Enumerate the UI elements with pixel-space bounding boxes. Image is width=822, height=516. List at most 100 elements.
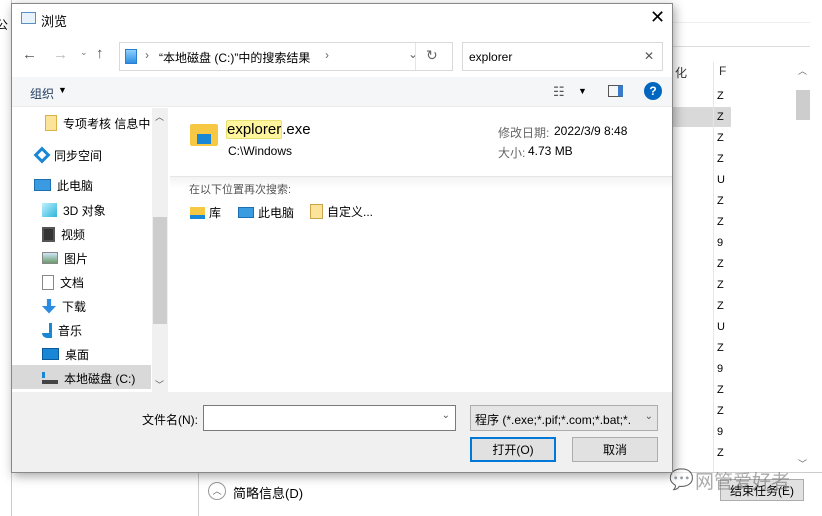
help-icon[interactable]: ? [644, 82, 662, 100]
view-dropdown-icon[interactable]: ▼ [578, 86, 587, 96]
sidebar-item[interactable]: 同步空间 [33, 144, 103, 166]
table-cell: Z [717, 279, 724, 291]
sidebar-item[interactable]: 本地磁盘 (C:) [42, 367, 135, 389]
search-highlight: explorer [226, 120, 283, 139]
link-label: 此电脑 [258, 206, 295, 220]
sidebar-item[interactable]: 文档 [42, 271, 84, 293]
computer-icon [238, 207, 254, 218]
breadcrumb-separator: › [145, 48, 149, 62]
background-text: 公 [0, 18, 9, 32]
file-path: C:\Windows [228, 144, 293, 158]
sidebar-item-label: 本地磁盘 (C:) [64, 371, 136, 386]
browse-dialog: 浏览 ✕ ← → ⌄ ↑ › “本地磁盘 (C:)”中的搜索结果 › ⌄ ↻ e… [11, 3, 673, 473]
chevron-down-icon[interactable]: ⌄ [408, 47, 418, 61]
close-icon[interactable]: ✕ [650, 7, 665, 28]
search-value[interactable]: explorer [469, 50, 512, 64]
column-header[interactable]: 化 [675, 64, 687, 84]
sidebar-item[interactable]: 3D 对象 [42, 199, 106, 221]
navigation-bar: ← → ⌄ ↑ › “本地磁盘 (C:)”中的搜索结果 › ⌄ ↻ explor… [12, 38, 672, 74]
sidebar-item-label: 3D 对象 [63, 203, 106, 218]
organize-menu[interactable]: 组织 [30, 85, 54, 102]
sidebar-item-label: 文档 [60, 275, 85, 290]
view-options-icon[interactable]: ☷ [553, 84, 565, 100]
documents-icon [42, 274, 54, 290]
table-cell: 9 [717, 426, 724, 438]
open-button[interactable]: 打开(O) [470, 437, 556, 462]
sidebar-item[interactable]: 桌面 [42, 343, 89, 365]
filename-input[interactable]: ⌄ [203, 405, 456, 431]
dialog-footer: 文件名(N): ⌄ 程序 (*.exe;*.pif;*.com;*.bat;*.… [12, 392, 672, 472]
table-cell: 9 [717, 237, 724, 249]
clear-search-icon[interactable]: ✕ [644, 49, 654, 63]
sidebar-item-label: 专项考核 信息中 [63, 116, 151, 131]
search-results-icon [125, 49, 137, 64]
sidebar-item-label: 桌面 [65, 347, 90, 362]
sidebar-item-label: 图片 [64, 251, 89, 266]
address-bar[interactable]: › “本地磁盘 (C:)”中的搜索结果 › ⌄ ↻ [119, 42, 453, 71]
scrollbar[interactable]: ︿ ﹀ [795, 62, 811, 472]
sync-space-icon [33, 146, 51, 164]
search-input[interactable]: explorer ✕ [462, 42, 663, 71]
background-task-manager: 化 F ZZZZUZZ9ZZZUZ9ZZ9Z ︿ ﹀ [673, 0, 822, 516]
search-results: explorer.exe C:\Windows 修改日期: 2022/3/9 8… [170, 108, 672, 393]
sidebar-item-label: 同步空间 [54, 148, 103, 163]
chevron-down-icon[interactable]: ⌄ [442, 410, 450, 421]
title-bar: 浏览 ✕ [12, 4, 672, 34]
table-cell: Z [717, 132, 724, 144]
dialog-title: 浏览 [41, 14, 68, 29]
library-icon [190, 206, 205, 219]
drive-icon [42, 372, 58, 384]
sidebar-item[interactable]: 此电脑 [34, 174, 93, 196]
breadcrumb-chevron-icon[interactable]: › [325, 48, 329, 62]
caret-down-icon[interactable]: ▼ [58, 85, 67, 95]
search-again-custom[interactable]: 自定义... [310, 203, 373, 220]
sidebar-item-label: 音乐 [58, 323, 83, 338]
custom-location-icon [310, 204, 323, 219]
chevron-down-icon: ⌄ [644, 411, 653, 422]
link-label: 自定义... [327, 205, 374, 219]
scrollbar-thumb[interactable] [796, 90, 810, 120]
folder-icon [45, 115, 57, 131]
scrollbar-thumb[interactable] [153, 217, 167, 324]
cancel-button[interactable]: 取消 [572, 437, 658, 462]
navigation-scrollbar[interactable]: ︿ ﹀ [152, 108, 168, 393]
search-again-this-pc[interactable]: 此电脑 [238, 204, 294, 221]
explorer-folder-icon [190, 124, 218, 146]
breadcrumb[interactable]: “本地磁盘 (C:)”中的搜索结果 [159, 49, 310, 66]
preview-pane-icon[interactable] [608, 85, 623, 97]
size-label: 大小: [498, 146, 526, 160]
modified-label: 修改日期: [498, 126, 550, 140]
file-size: 4.73 MB [528, 144, 573, 158]
3d-objects-icon [42, 203, 57, 217]
table-cell: Z [717, 405, 724, 417]
sidebar-item[interactable]: 专项考核 信息中 [45, 112, 150, 134]
sidebar-item[interactable]: 音乐 [42, 319, 82, 341]
table-cell: Z [717, 111, 724, 123]
sidebar-item-label: 此电脑 [57, 178, 94, 193]
table-cell: Z [717, 153, 724, 165]
brief-info-link[interactable]: 简略信息(D) [233, 483, 303, 502]
toolbar: 组织 ▼ ☷ ▼ ? [12, 77, 672, 107]
search-again-library[interactable]: 库 [190, 204, 221, 221]
sidebar-item-label: 视频 [61, 227, 86, 242]
table-cell: Z [717, 300, 724, 312]
column-header[interactable]: F [719, 64, 726, 84]
chevron-up-icon[interactable]: ︿ [208, 482, 226, 500]
sidebar-item[interactable]: 下载 [42, 295, 86, 317]
forward-icon[interactable]: → [53, 46, 68, 63]
file-type-select[interactable]: 程序 (*.exe;*.pif;*.com;*.bat;*. ⌄ [470, 405, 658, 431]
recent-dropdown-icon[interactable]: ⌄ [80, 47, 88, 58]
sidebar-item[interactable]: 图片 [42, 247, 88, 269]
up-icon[interactable]: ↑ [96, 45, 104, 62]
table-cell: U [717, 174, 725, 186]
table-cell: Z [717, 90, 724, 102]
back-icon[interactable]: ← [22, 46, 37, 63]
result-item[interactable]: explorer.exe C:\Windows 修改日期: 2022/3/9 8… [170, 108, 672, 178]
file-type-value: 程序 (*.exe;*.pif;*.com;*.bat;*. [475, 413, 632, 427]
refresh-icon[interactable]: ↻ [426, 47, 438, 64]
table-cell: 9 [717, 363, 724, 375]
pictures-icon [42, 252, 58, 264]
task-manager-footer: ︿ 简略信息(D) 结束任务(E) 💬 网管爱好者 [198, 469, 822, 516]
table-cell: Z [717, 447, 724, 459]
sidebar-item[interactable]: 视频 [42, 223, 85, 245]
